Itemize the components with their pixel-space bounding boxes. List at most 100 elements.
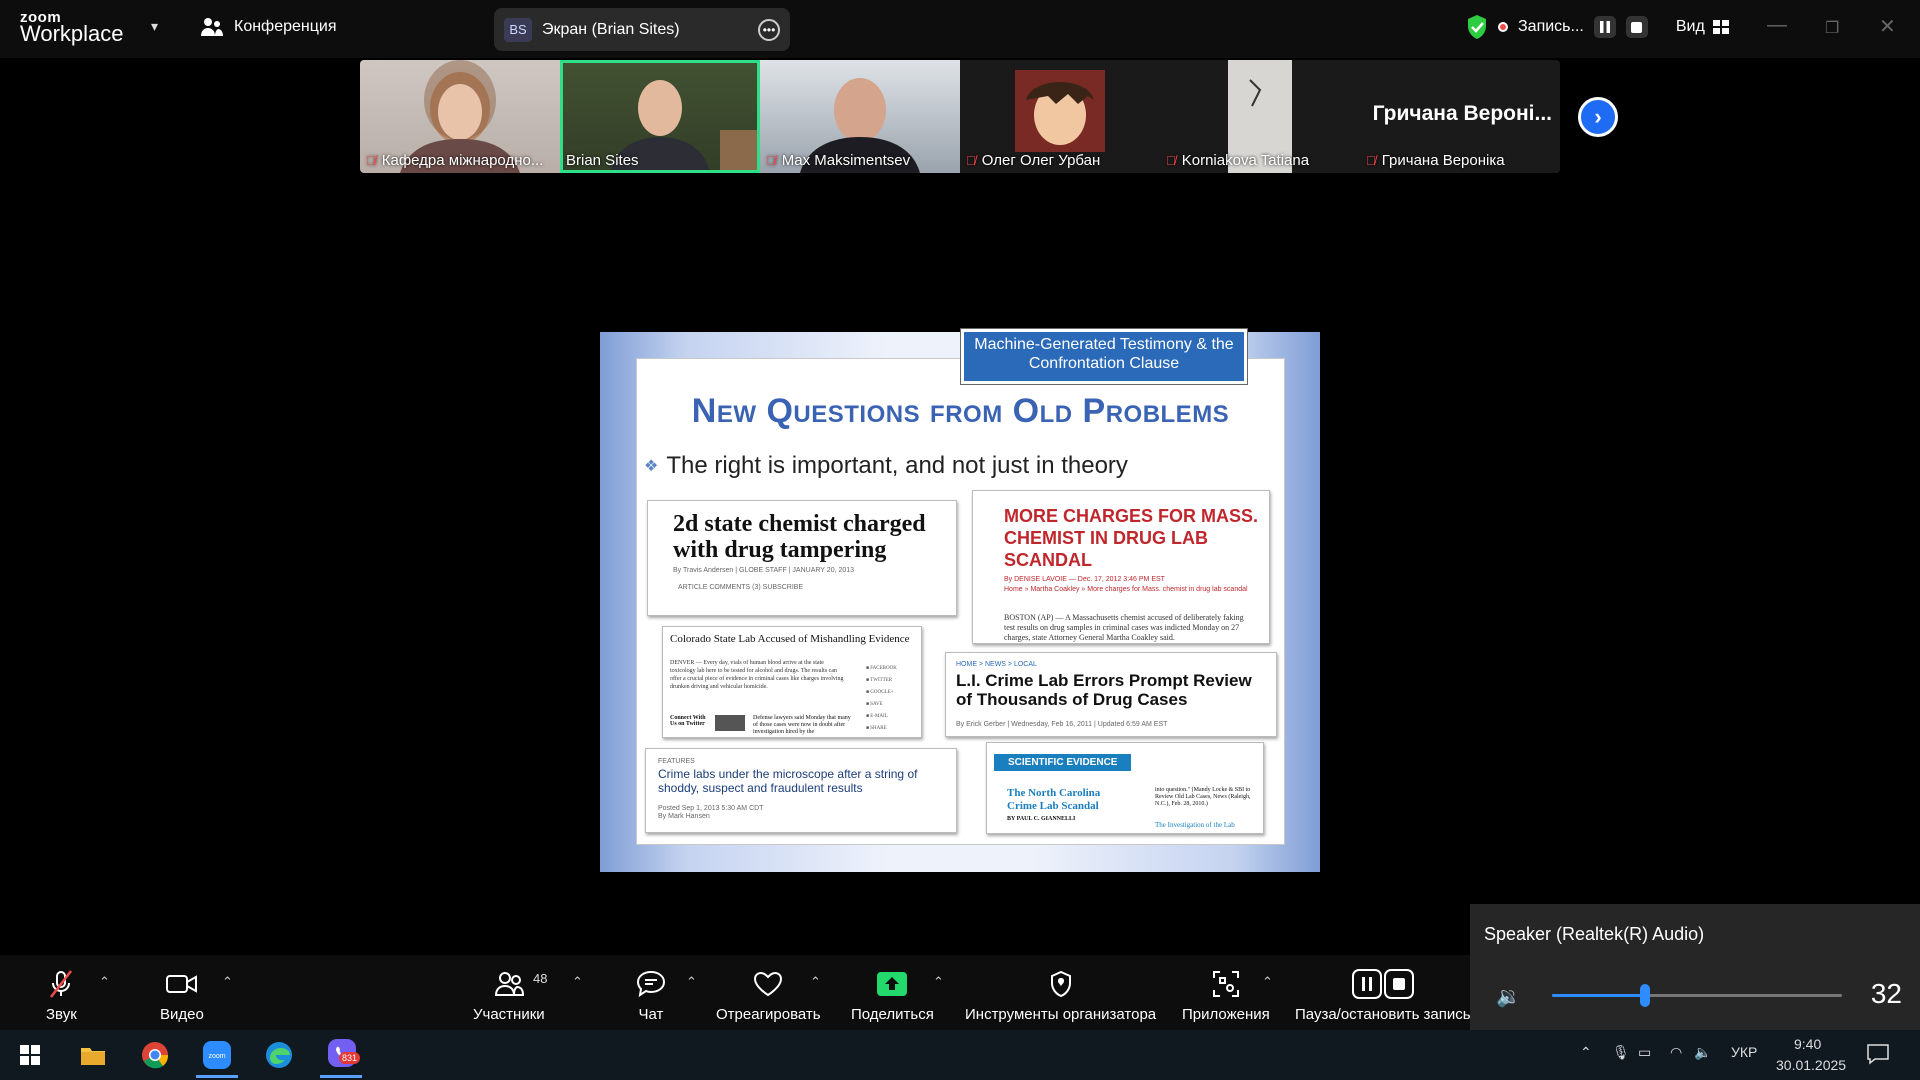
host-tools-button[interactable]: Инструменты организатора <box>965 970 1156 1023</box>
input-language[interactable]: УКР <box>1731 1044 1757 1060</box>
windows-start-icon[interactable] <box>15 1040 45 1070</box>
speaker-title: Speaker (Realtek(R) Audio) <box>1484 924 1705 944</box>
participant-name: 🎙̸ Korniakova Tatiana <box>1166 152 1310 169</box>
participant-big-name: Гричана Вероні... <box>1372 102 1552 125</box>
shield-check-icon[interactable] <box>1466 14 1488 40</box>
volume-slider-handle[interactable] <box>1639 984 1650 1007</box>
participants-icon <box>494 972 524 996</box>
chevron-up-icon[interactable]: ⌃ <box>933 974 944 990</box>
meeting-menu[interactable]: Конференция <box>200 17 337 37</box>
participant-tile[interactable]: 🎙̸ Кафедра міжнародно... <box>360 60 560 173</box>
notifications-icon[interactable] <box>1866 1042 1890 1066</box>
pause-icon <box>1599 21 1610 33</box>
slide-title: New Questions from Old Problems <box>691 392 1230 430</box>
share-button[interactable]: Поделиться <box>851 970 934 1023</box>
participant-tile[interactable]: Гричана Вероні... 🎙̸ Гричана Вероніка <box>1360 60 1560 173</box>
clip-thumbnail <box>715 715 745 731</box>
participants-label: Участники <box>473 1006 545 1023</box>
pause-stop-recording-button[interactable]: Пауза/остановить запись <box>1295 969 1471 1023</box>
svg-text:zoom: zoom <box>208 1053 225 1060</box>
pause-recording-button[interactable] <box>1593 16 1616 38</box>
stop-recording-button[interactable] <box>1625 16 1648 38</box>
chevron-up-icon[interactable]: ⌃ <box>1580 1044 1592 1061</box>
zoom-logo: zoom Workplace <box>20 10 124 45</box>
pause-stop-icon <box>1351 969 1414 999</box>
next-page-button[interactable]: › <box>1578 97 1618 137</box>
clip-side: into question." (Mandy Locke & SBI to Re… <box>1155 787 1251 807</box>
news-clip: FEATURES Crime labs under the microscope… <box>645 748 957 833</box>
video-button[interactable]: Видео <box>160 970 204 1023</box>
share-links: ■ FACEBOOK ■ TWITTER ■ GOOGLE+ ■ SAVE ■ E-MA… <box>866 666 897 731</box>
heart-icon <box>754 971 783 997</box>
clip-byline: By DENISE LAVOIE — Dec. 17, 2012 3:46 PM… <box>1004 576 1165 583</box>
participant-name: 🎙̸ Max Maksimentsev <box>766 152 911 169</box>
viber-app[interactable]: 831 <box>327 1038 361 1073</box>
people-icon <box>201 18 223 36</box>
screen-share-label: Экран (Brian Sites) <box>542 20 680 38</box>
video-label: Видео <box>160 1006 204 1023</box>
logo-workplace: Workplace <box>20 21 124 46</box>
edge-icon[interactable] <box>264 1040 294 1070</box>
apps-button[interactable]: Приложения <box>1182 970 1270 1023</box>
shield-icon <box>1050 970 1071 998</box>
battery-icon[interactable]: ▭ <box>1638 1044 1651 1061</box>
participant-tile[interactable]: 🎙̸ Олег Олег Урбан <box>960 60 1160 173</box>
stop-icon <box>1631 21 1643 33</box>
pause-stop-label: Пауза/остановить запись <box>1295 1006 1471 1023</box>
mic-off-icon: 🎙̸ <box>1366 153 1376 168</box>
participant-name: Brian Sites <box>566 152 639 169</box>
clip-headline: L.I. Crime Lab Errors Prompt Review of T… <box>956 671 1252 709</box>
clip-link: The Investigation of the Lab <box>1155 821 1235 829</box>
apps-label: Приложения <box>1182 1006 1270 1023</box>
chat-button[interactable]: Чат <box>636 970 666 1023</box>
participants-count: 48 <box>533 971 548 986</box>
wifi-icon[interactable]: ◠ <box>1670 1044 1682 1061</box>
volume-icon[interactable]: 🔈 <box>1694 1044 1711 1061</box>
record-dot-icon <box>1498 22 1508 32</box>
participant-tile[interactable]: 🎙̸ Max Maksimentsev <box>760 60 960 173</box>
participant-tile-active[interactable]: Brian Sites <box>560 60 760 173</box>
volume-slider[interactable] <box>1552 984 1842 1007</box>
minimize-icon[interactable]: — <box>1767 14 1787 37</box>
close-icon[interactable]: ✕ <box>1879 14 1896 39</box>
chevron-up-icon[interactable]: ⌃ <box>810 974 821 990</box>
recording-label: Запись... <box>1518 18 1584 35</box>
chevron-right-icon: › <box>1594 104 1602 129</box>
clock-time[interactable]: 9:40 <box>1794 1036 1821 1052</box>
file-explorer-icon[interactable] <box>78 1040 108 1070</box>
chevron-up-icon[interactable]: ⌃ <box>1262 974 1273 990</box>
audio-button[interactable]: Звук <box>46 970 77 1023</box>
chevron-up-icon[interactable]: ⌃ <box>99 974 110 990</box>
active-app-indicator <box>320 1075 362 1078</box>
clock-date[interactable]: 30.01.2025 <box>1776 1057 1846 1073</box>
share-label: Поделиться <box>851 1006 934 1023</box>
chevron-up-icon[interactable]: ⌃ <box>686 974 697 990</box>
clip-headline: The North Carolina Crime Lab Scandal <box>1007 787 1101 812</box>
microphone-icon[interactable]: 🎙 <box>1612 1044 1630 1061</box>
host-tools-label: Инструменты организатора <box>965 1006 1157 1023</box>
chevron-down-icon[interactable]: ▾ <box>151 18 158 35</box>
view-button[interactable]: Вид <box>1676 18 1729 36</box>
participant-name: 🎙̸ Кафедра міжнародно... <box>366 152 544 169</box>
share-screen-icon <box>877 972 908 996</box>
react-button[interactable]: Отреагировать <box>716 970 821 1023</box>
chevron-up-icon[interactable]: ⌃ <box>572 974 583 990</box>
clip-headline: MORE CHARGES FOR MASS. CHEMIST IN DRUG L… <box>1004 506 1259 570</box>
news-clip: Colorado State Lab Accused of Mishandlin… <box>662 626 922 738</box>
clip-badge: SCIENTIFIC EVIDENCE <box>994 754 1132 771</box>
chevron-up-icon[interactable]: ⌃ <box>222 974 233 990</box>
news-clip: HOME > NEWS > LOCAL L.I. Crime Lab Error… <box>945 652 1277 737</box>
zoom-app-icon[interactable]: zoom <box>202 1040 232 1070</box>
participant-tile[interactable]: 🎙̸ Korniakova Tatiana <box>1160 60 1360 173</box>
clip-connect: Connect With Us on Twitter <box>670 715 706 727</box>
audio-label: Звук <box>46 1006 77 1023</box>
chrome-icon[interactable] <box>140 1040 170 1070</box>
restore-icon[interactable]: ❐ <box>1825 18 1839 38</box>
top-bar: zoom Workplace ▾ Конференция BS Экран (B… <box>0 0 1920 58</box>
screen-share-indicator[interactable]: BS Экран (Brian Sites) ••• <box>494 8 790 51</box>
clip-byline: By Erick Gerber | Wednesday, Feb 16, 201… <box>956 721 1168 728</box>
mic-muted-icon <box>50 970 73 998</box>
more-icon[interactable]: ••• <box>758 18 780 41</box>
speaker-volume-icon[interactable]: 🔉 <box>1496 984 1521 1009</box>
clip-body: BOSTON (AP) — A Massachusetts chemist ac… <box>1004 613 1244 642</box>
